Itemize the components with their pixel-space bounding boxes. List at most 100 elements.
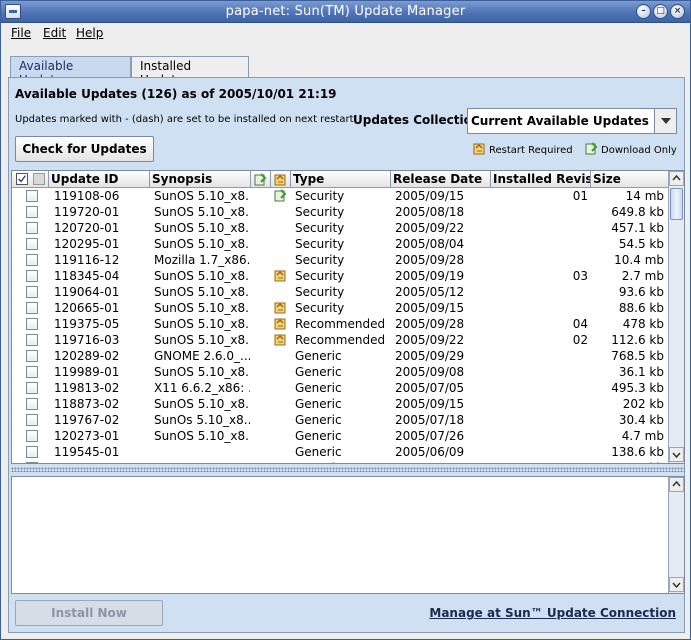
manage-update-connection-link[interactable]: Manage at Sun™ Update Connection	[429, 606, 676, 620]
title-bar[interactable]: papa-net: Sun(TM) Update Manager – □ ×	[1, 1, 690, 23]
column-type[interactable]: Type	[291, 171, 391, 188]
table-row[interactable]: 119720-01 SunOS 5.10_x8... Security 2005/08…	[12, 204, 668, 220]
table-row[interactable]: 119375-05 SunOS 5.10_x8... Recommended 2005…	[12, 316, 668, 332]
release-date-cell: 2005/08/04	[395, 237, 465, 251]
release-date-cell: 2005/06/09	[395, 445, 465, 459]
release-date-cell: 2005/09/15	[395, 301, 465, 315]
row-checkbox[interactable]	[26, 398, 38, 410]
type-cell: Security	[295, 285, 345, 299]
details-scrollbar[interactable]	[668, 477, 684, 593]
table-row[interactable]: 120665-01 SunOS 5.10_x8... Security 2005/09…	[12, 300, 668, 316]
row-checkbox[interactable]	[26, 414, 38, 426]
close-icon[interactable]: ×	[670, 4, 685, 19]
legend-download-label: Download Only	[601, 145, 677, 156]
scroll-down-icon[interactable]	[669, 447, 684, 462]
column-download-only[interactable]	[251, 171, 271, 188]
download-only-icon	[274, 189, 287, 205]
column-size[interactable]: Size	[591, 171, 668, 188]
chevron-up-icon	[672, 480, 681, 487]
row-checkbox[interactable]	[26, 270, 38, 282]
scroll-down-icon[interactable]	[669, 577, 684, 592]
chevron-down-icon	[672, 582, 681, 589]
deselect-all-checkbox[interactable]	[33, 173, 45, 185]
table-row[interactable]: 120289-02 GNOME 2.6.0_... Generic 2005/09/2…	[12, 348, 668, 364]
update-id-cell: 118345-04	[54, 269, 120, 283]
row-checkbox[interactable]	[26, 206, 38, 218]
split-pane-divider[interactable]	[11, 467, 685, 472]
collection-dropdown[interactable]: Current Available Updates	[467, 108, 677, 134]
row-checkbox[interactable]	[26, 430, 38, 442]
row-checkbox[interactable]	[26, 190, 38, 202]
release-date-cell: 2005/09/19	[395, 269, 465, 283]
restart-required-icon	[274, 333, 287, 349]
size-cell: 60.1 kb	[595, 461, 664, 463]
table-body: 119108-06 SunOS 5.10_x8... Security 2005/09…	[12, 188, 668, 463]
table-row[interactable]: 118873-02 SunOS 5.10_x8... Generic 2005/09/…	[12, 396, 668, 412]
synopsis-cell: X11 6.6.2_x86: ...	[154, 381, 250, 395]
row-checkbox[interactable]	[26, 382, 38, 394]
table-row[interactable]: 119767-02 SunOs 5.10_x8... Generic 2005/07/…	[12, 412, 668, 428]
row-checkbox[interactable]	[26, 462, 38, 463]
table-row[interactable]: 120295-01 SunOS 5.10_x8... Security 2005/08…	[12, 236, 668, 252]
type-cell: Generic	[295, 381, 342, 395]
update-id-cell: 120061-01	[54, 461, 149, 463]
row-checkbox[interactable]	[26, 238, 38, 250]
row-checkbox[interactable]	[26, 350, 38, 362]
select-all-checkbox[interactable]	[16, 173, 28, 185]
table-row[interactable]: 119989-01 SunOS 5.10_x8... Generic 2005/09/…	[12, 364, 668, 380]
menu-edit[interactable]: Edit	[43, 26, 66, 40]
menu-help[interactable]: Help	[76, 26, 103, 40]
release-date-cell: 2005/08/18	[395, 205, 465, 219]
row-checkbox[interactable]	[26, 222, 38, 234]
updates-table: Update ID Synopsis Type Release Date Ins…	[11, 170, 685, 464]
table-row[interactable]: 120273-01 SunOS 5.10_x8... Generic 2005/07/…	[12, 428, 668, 444]
column-release-date[interactable]: Release Date	[391, 171, 491, 188]
tab-available-updates[interactable]: Available Updates	[10, 56, 131, 87]
select-all-header[interactable]	[12, 171, 49, 188]
table-header: Update ID Synopsis Type Release Date Ins…	[12, 171, 668, 188]
maximize-icon[interactable]: □	[653, 4, 668, 19]
minimize-icon[interactable]: –	[636, 4, 651, 19]
column-update-id[interactable]: Update ID	[49, 171, 150, 188]
update-id-cell: 120289-02	[54, 349, 120, 363]
row-checkbox[interactable]	[26, 318, 38, 330]
table-row[interactable]: 118345-04 SunOS 5.10_x8... Security 2005/09…	[12, 268, 668, 284]
synopsis-cell: SunOS 5.10_x8...	[154, 285, 250, 299]
chevron-down-icon[interactable]	[654, 109, 676, 133]
table-row[interactable]: 120061-01 SunOS 5.10_x8... Generic 2005/09/…	[12, 460, 668, 463]
check-for-updates-button[interactable]: Check for Updates	[15, 136, 154, 162]
table-row[interactable]: 119064-01 SunOS 5.10_x8... Security 2005/05…	[12, 284, 668, 300]
column-installed-revision[interactable]: Installed Revisi...	[491, 171, 591, 188]
row-checkbox[interactable]	[26, 366, 38, 378]
row-checkbox[interactable]	[26, 446, 38, 458]
table-row[interactable]: 119716-03 SunOS 5.10_x8... Recommended 2005…	[12, 332, 668, 348]
install-now-button[interactable]: Install Now	[15, 600, 163, 626]
type-cell: Generic	[295, 397, 342, 411]
row-checkbox[interactable]	[26, 302, 38, 314]
table-row[interactable]: 119116-12 Mozilla 1.7_x86... Security 2005/…	[12, 252, 668, 268]
table-row[interactable]: 120720-01 SunOS 5.10_x8... Security 2005/09…	[12, 220, 668, 236]
column-restart-required[interactable]	[271, 171, 291, 188]
table-row[interactable]: 119813-02 X11 6.6.2_x86: ... Generic 2005/0…	[12, 380, 668, 396]
column-synopsis[interactable]: Synopsis	[150, 171, 251, 188]
row-checkbox[interactable]	[26, 286, 38, 298]
release-date-cell: 2005/09/08	[395, 365, 465, 379]
update-id-cell: 119545-01	[54, 445, 120, 459]
scroll-up-icon[interactable]	[669, 171, 684, 186]
size-cell: 4.7 mb	[621, 429, 664, 443]
release-date-cell: 2005/09/28	[395, 317, 465, 331]
scroll-up-icon[interactable]	[669, 477, 684, 492]
scroll-thumb[interactable]	[670, 188, 683, 220]
type-cell: Generic	[295, 365, 342, 379]
row-checkbox[interactable]	[26, 254, 38, 266]
row-checkbox[interactable]	[26, 334, 38, 346]
table-row[interactable]: 119108-06 SunOS 5.10_x8... Security 2005/09…	[12, 188, 668, 204]
tab-installed-updates[interactable]: Installed Updates	[131, 56, 249, 87]
restart-required-icon	[274, 269, 287, 285]
restart-required-icon	[274, 317, 287, 333]
synopsis-cell: Mozilla 1.7_x86...	[154, 253, 250, 267]
table-scrollbar[interactable]	[668, 171, 684, 463]
menu-file[interactable]: File	[11, 26, 31, 40]
release-date-cell: 2005/09/15	[395, 189, 465, 203]
table-row[interactable]: 119545-01 Generic 2005/06/09 138.6 kb	[12, 444, 668, 460]
